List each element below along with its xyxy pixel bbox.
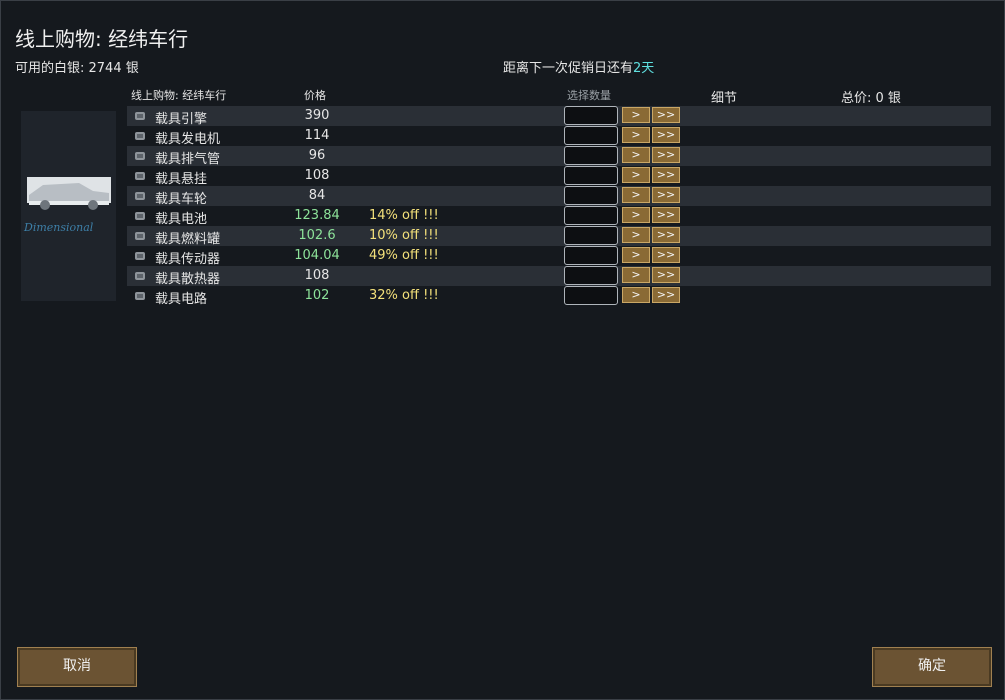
cancel-button[interactable]: 取消 <box>17 647 137 687</box>
quantity-input[interactable] <box>564 126 618 145</box>
item-row: 载具引擎 390 > >> <box>127 106 991 127</box>
item-price: 108 <box>304 168 330 183</box>
increase-max-button[interactable]: >> <box>652 227 680 243</box>
item-row: 载具排气管 96 > >> <box>127 146 991 167</box>
quantity-input[interactable] <box>564 266 618 285</box>
sale-prefix: 距离下一次促销日还有 <box>503 61 634 76</box>
item-name: 载具传动器 <box>155 252 221 267</box>
logo-text: Dimensional <box>23 221 94 234</box>
item-price: 96 <box>308 148 326 163</box>
item-price: 102 <box>304 288 330 303</box>
increase-button[interactable]: > <box>622 267 650 283</box>
item-price: 108 <box>304 268 330 283</box>
increase-button[interactable]: > <box>622 107 650 123</box>
increase-max-button[interactable]: >> <box>652 107 680 123</box>
increase-button[interactable]: > <box>622 207 650 223</box>
car-logo-image: Dimensional <box>23 177 111 234</box>
circuit-icon <box>135 292 145 300</box>
quantity-input[interactable] <box>564 146 618 165</box>
quantity-input[interactable] <box>564 226 618 245</box>
item-list: 载具引擎 390 > >> 载具发电机 114 > >> 载具排气管 96 > >> 载具悬挂 108 > >… <box>127 106 991 307</box>
quantity-input[interactable] <box>564 246 618 265</box>
available-silver: 可用的白银: 2744 银 <box>15 61 139 76</box>
item-price: 84 <box>308 188 326 203</box>
increase-max-button[interactable]: >> <box>652 287 680 303</box>
item-name: 载具悬挂 <box>155 172 208 187</box>
confirm-button[interactable]: 确定 <box>872 647 992 687</box>
fuel-tank-icon <box>135 232 145 240</box>
increase-max-button[interactable]: >> <box>652 207 680 223</box>
item-discount: 49% off !!! <box>369 248 439 263</box>
item-discount: 10% off !!! <box>369 228 439 243</box>
item-name: 载具排气管 <box>155 152 221 167</box>
header-qty: 选择数量 <box>567 89 611 102</box>
shop-logo: Dimensional <box>21 111 116 301</box>
increase-max-button[interactable]: >> <box>652 187 680 203</box>
generator-icon <box>135 132 145 140</box>
quantity-input[interactable] <box>564 106 618 125</box>
item-name: 载具电池 <box>155 212 208 227</box>
sale-countdown: 距离下一次促销日还有2天 <box>503 57 654 76</box>
quantity-input[interactable] <box>564 166 618 185</box>
engine-icon <box>135 112 145 120</box>
item-name: 载具车轮 <box>155 192 208 207</box>
sale-days: 2天 <box>633 61 655 76</box>
trade-window: 线上购物: 经纬车行 可用的白银: 2744 银 距离下一次促销日还有2天 线上… <box>0 0 1005 700</box>
item-name: 载具散热器 <box>155 272 221 287</box>
radiator-icon <box>135 272 145 280</box>
increase-button[interactable]: > <box>622 127 650 143</box>
item-row: 载具散热器 108 > >> <box>127 266 991 287</box>
increase-max-button[interactable]: >> <box>652 147 680 163</box>
item-price: 104.04 <box>294 248 340 263</box>
increase-max-button[interactable]: >> <box>652 267 680 283</box>
increase-max-button[interactable]: >> <box>652 127 680 143</box>
item-row: 载具发电机 114 > >> <box>127 126 991 147</box>
increase-button[interactable]: > <box>622 227 650 243</box>
item-row: 载具电池 123.84 14% off !!! > >> <box>127 206 991 227</box>
increase-button[interactable]: > <box>622 147 650 163</box>
item-name: 载具电路 <box>155 292 208 307</box>
quantity-input[interactable] <box>564 286 618 305</box>
increase-button[interactable]: > <box>622 247 650 263</box>
wheel-icon <box>135 192 145 200</box>
quantity-input[interactable] <box>564 186 618 205</box>
item-name: 载具发电机 <box>155 132 221 147</box>
suspension-icon <box>135 172 145 180</box>
item-name: 载具引擎 <box>155 112 208 127</box>
item-name: 载具燃料罐 <box>155 232 221 247</box>
item-row: 载具电路 102 32% off !!! > >> <box>127 286 991 307</box>
header-detail: 细节 <box>711 91 738 106</box>
increase-button[interactable]: > <box>622 287 650 303</box>
item-price: 102.6 <box>298 228 336 243</box>
item-price: 123.84 <box>294 208 340 223</box>
increase-max-button[interactable]: >> <box>652 167 680 183</box>
battery-icon <box>135 212 145 220</box>
header-shop: 线上购物: 经纬车行 <box>131 89 227 102</box>
item-discount: 14% off !!! <box>369 208 439 223</box>
quantity-input[interactable] <box>564 206 618 225</box>
header-price: 价格 <box>304 89 326 102</box>
item-row: 载具车轮 84 > >> <box>127 186 991 207</box>
increase-button[interactable]: > <box>622 167 650 183</box>
item-row: 载具燃料罐 102.6 10% off !!! > >> <box>127 226 991 247</box>
window-title: 线上购物: 经纬车行 <box>15 27 189 51</box>
increase-max-button[interactable]: >> <box>652 247 680 263</box>
exhaust-icon <box>135 152 145 160</box>
item-price: 114 <box>304 128 330 143</box>
item-row: 载具悬挂 108 > >> <box>127 166 991 187</box>
item-discount: 32% off !!! <box>369 288 439 303</box>
item-row: 载具传动器 104.04 49% off !!! > >> <box>127 246 991 267</box>
item-price: 390 <box>304 108 330 123</box>
increase-button[interactable]: > <box>622 187 650 203</box>
header-total: 总价: 0 银 <box>841 91 901 106</box>
transmission-icon <box>135 252 145 260</box>
